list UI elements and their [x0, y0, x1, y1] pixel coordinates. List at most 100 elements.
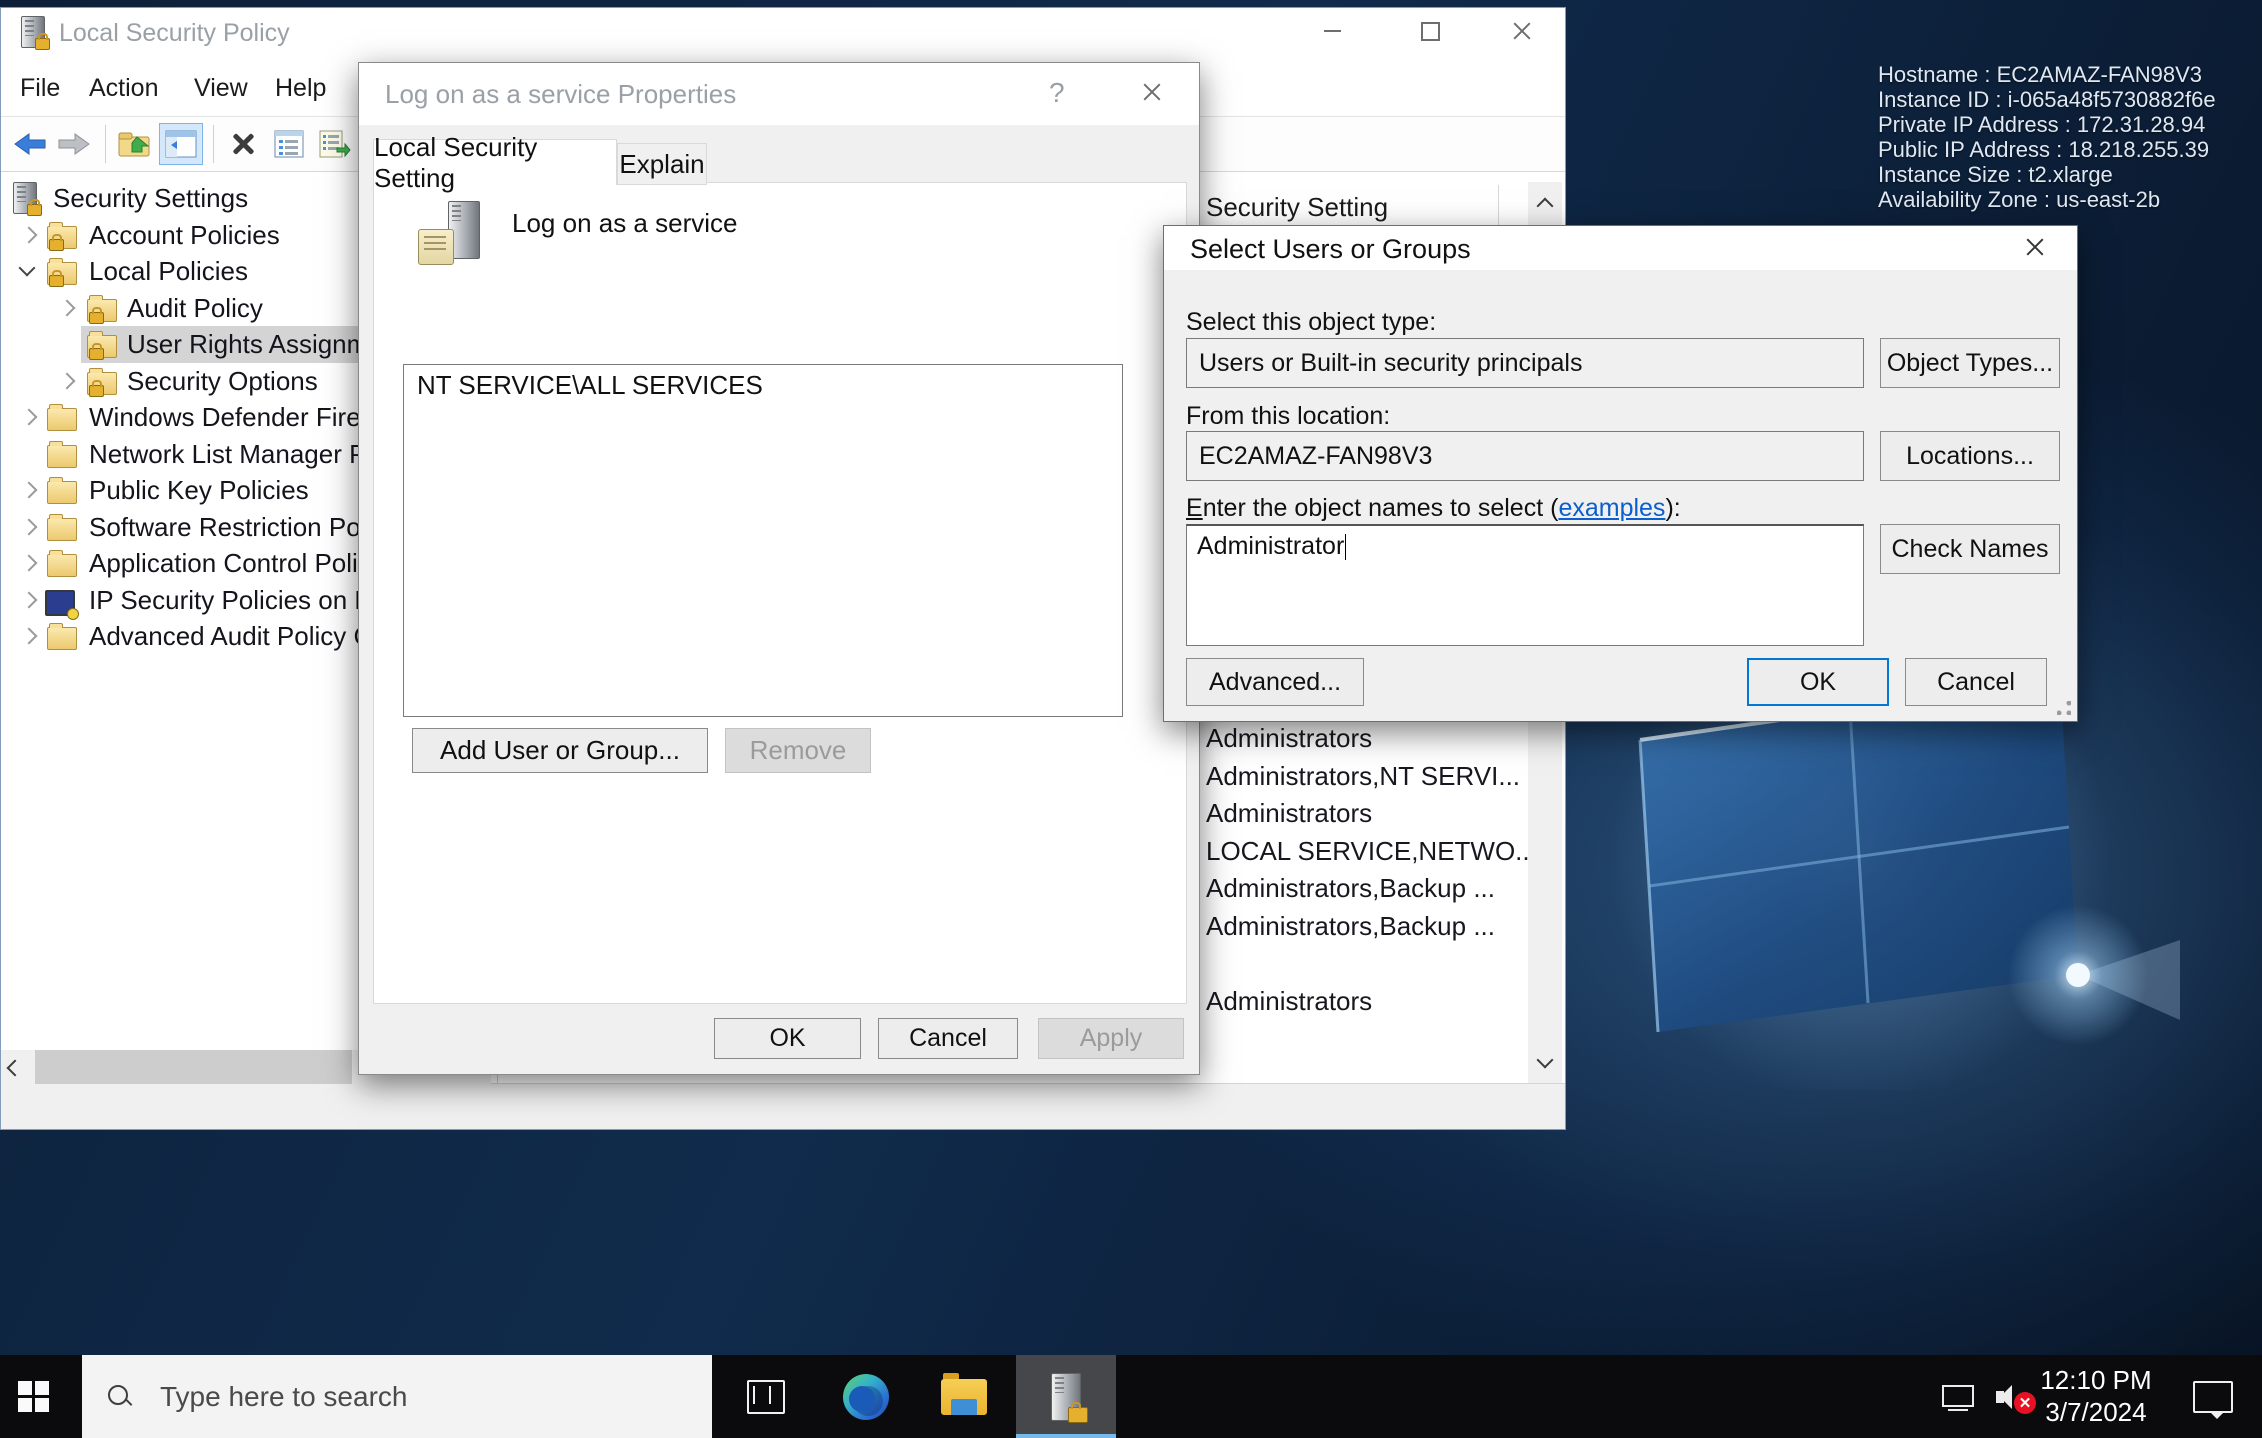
scrollbar-thumb[interactable]: [35, 1050, 352, 1084]
tab-explain[interactable]: Explain: [617, 143, 707, 185]
export-list-icon: [319, 130, 351, 158]
properties-icon: [274, 130, 304, 158]
list-row[interactable]: Administrators,Backup ...: [1206, 873, 1536, 910]
chevron-right-icon[interactable]: [21, 409, 38, 426]
minimize-button[interactable]: [1299, 8, 1365, 54]
chevron-right-icon[interactable]: [21, 482, 38, 499]
taskbar-clock[interactable]: 12:10 PM 3/7/2024: [2040, 1364, 2152, 1428]
members-listbox[interactable]: NT SERVICE\ALL SERVICES: [403, 364, 1123, 717]
chevron-right-icon[interactable]: [59, 300, 76, 317]
action-center-button[interactable]: [2178, 1355, 2248, 1438]
dialog-titlebar[interactable]: Select Users or Groups: [1164, 226, 2077, 270]
show-tree-icon: [165, 130, 197, 158]
ok-button[interactable]: OK: [714, 1018, 861, 1059]
app-icon: [1051, 1373, 1081, 1421]
forward-button[interactable]: [53, 123, 95, 165]
object-names-label: Enter the object names to select (exampl…: [1186, 494, 1681, 523]
list-row[interactable]: LOCAL SERVICE,NETWO...: [1206, 836, 1536, 873]
search-input[interactable]: [158, 1380, 642, 1414]
scroll-down-button[interactable]: [1528, 1040, 1562, 1084]
dialog-close-button[interactable]: [2024, 236, 2046, 263]
close-button[interactable]: [1489, 8, 1555, 54]
cancel-button[interactable]: Cancel: [878, 1018, 1018, 1059]
export-list-button[interactable]: [313, 123, 357, 165]
chevron-down-icon[interactable]: [19, 260, 36, 277]
column-header-security-setting[interactable]: Security Setting: [1206, 192, 1388, 223]
folder-lock-icon: [47, 262, 77, 285]
scroll-up-icon: [1537, 198, 1554, 215]
dialog-titlebar[interactable]: Log on as a service Properties ?: [359, 63, 1199, 125]
check-names-button[interactable]: Check Names: [1880, 524, 2060, 574]
desktop: Hostname : EC2AMAZ-FAN98V3 Instance ID :…: [0, 0, 2262, 1438]
chevron-right-icon[interactable]: [21, 592, 38, 609]
file-explorer-button[interactable]: [928, 1355, 1000, 1438]
list-row[interactable]: [1206, 948, 1536, 985]
list-row[interactable]: Administrators: [1206, 723, 1536, 760]
clock-date: 3/7/2024: [2040, 1396, 2152, 1428]
instance-info: Hostname : EC2AMAZ-FAN98V3 Instance ID :…: [1878, 62, 2216, 212]
resize-grip[interactable]: [2057, 701, 2071, 715]
help-button[interactable]: ?: [1049, 77, 1065, 109]
list-row[interactable]: Administrators,NT SERVI...: [1206, 761, 1536, 798]
menu-action[interactable]: Action: [89, 74, 158, 103]
scroll-left-icon[interactable]: [7, 1060, 24, 1077]
policy-name: Log on as a service: [512, 208, 737, 239]
list-row[interactable]: Administrators,Backup ...: [1206, 911, 1536, 948]
task-view-button[interactable]: [730, 1355, 802, 1438]
export-folder-button[interactable]: [113, 123, 157, 165]
dialog-close-button[interactable]: [1141, 81, 1163, 108]
column-divider[interactable]: [1498, 185, 1499, 225]
member-item[interactable]: NT SERVICE\ALL SERVICES: [417, 370, 763, 401]
menu-help[interactable]: Help: [275, 74, 326, 103]
add-user-or-group-button[interactable]: Add User or Group...: [412, 728, 708, 773]
list-row[interactable]: Administrators: [1206, 798, 1536, 835]
forward-icon: [57, 131, 91, 157]
close-icon: [1141, 81, 1163, 103]
logon-service-properties-dialog: Log on as a service Properties ? Local S…: [358, 62, 1200, 1075]
chevron-right-icon[interactable]: [21, 227, 38, 244]
properties-button[interactable]: [267, 123, 311, 165]
chevron-right-icon[interactable]: [21, 555, 38, 572]
delete-button[interactable]: [221, 123, 265, 165]
tree-item-label: Audit Policy: [127, 293, 263, 324]
network-tray-icon[interactable]: [1930, 1355, 1986, 1438]
app-icon: [21, 16, 45, 53]
tab-local-security-setting[interactable]: Local Security Setting: [373, 139, 617, 185]
examples-link[interactable]: examples: [1558, 494, 1665, 522]
window-titlebar[interactable]: Local Security Policy: [1, 8, 1565, 54]
list-row[interactable]: Administrators: [1206, 986, 1536, 1023]
status-bar: [1, 1083, 1565, 1129]
apply-button[interactable]: Apply: [1038, 1018, 1184, 1059]
close-icon: [2024, 236, 2046, 258]
volume-tray-icon[interactable]: ✕: [1986, 1355, 2046, 1438]
close-icon: [1511, 20, 1533, 42]
minimize-icon: [1324, 30, 1341, 32]
maximize-button[interactable]: [1397, 8, 1463, 54]
locations-button[interactable]: Locations...: [1880, 431, 2060, 481]
show-console-tree-button[interactable]: [159, 123, 203, 165]
chevron-right-icon[interactable]: [21, 628, 38, 645]
chevron-right-icon[interactable]: [21, 519, 38, 536]
start-icon: [18, 1381, 49, 1412]
advanced-button[interactable]: Advanced...: [1186, 658, 1364, 706]
ok-button[interactable]: OK: [1747, 658, 1889, 706]
scroll-up-button[interactable]: [1528, 182, 1562, 226]
object-type-field: Users or Built-in security principals: [1186, 338, 1864, 388]
back-button[interactable]: [9, 123, 51, 165]
remove-button[interactable]: Remove: [725, 728, 871, 773]
ipsec-icon: [45, 590, 75, 616]
edge-button[interactable]: [830, 1355, 902, 1438]
chevron-right-icon[interactable]: [59, 373, 76, 390]
toolbar-separator: [105, 125, 106, 163]
object-names-label-suffix: ):: [1665, 494, 1680, 522]
object-names-input[interactable]: Administrator: [1186, 524, 1864, 646]
taskbar-search[interactable]: [82, 1355, 712, 1438]
tree-item-label: Application Control Policie: [89, 548, 391, 579]
menu-file[interactable]: File: [20, 74, 60, 103]
start-button[interactable]: [0, 1355, 66, 1438]
object-types-button[interactable]: Object Types...: [1880, 338, 2060, 388]
menu-view[interactable]: View: [194, 74, 248, 103]
local-security-policy-taskbar-button[interactable]: [1016, 1355, 1116, 1438]
volume-muted-badge: ✕: [2014, 1392, 2036, 1414]
cancel-button[interactable]: Cancel: [1905, 658, 2047, 706]
